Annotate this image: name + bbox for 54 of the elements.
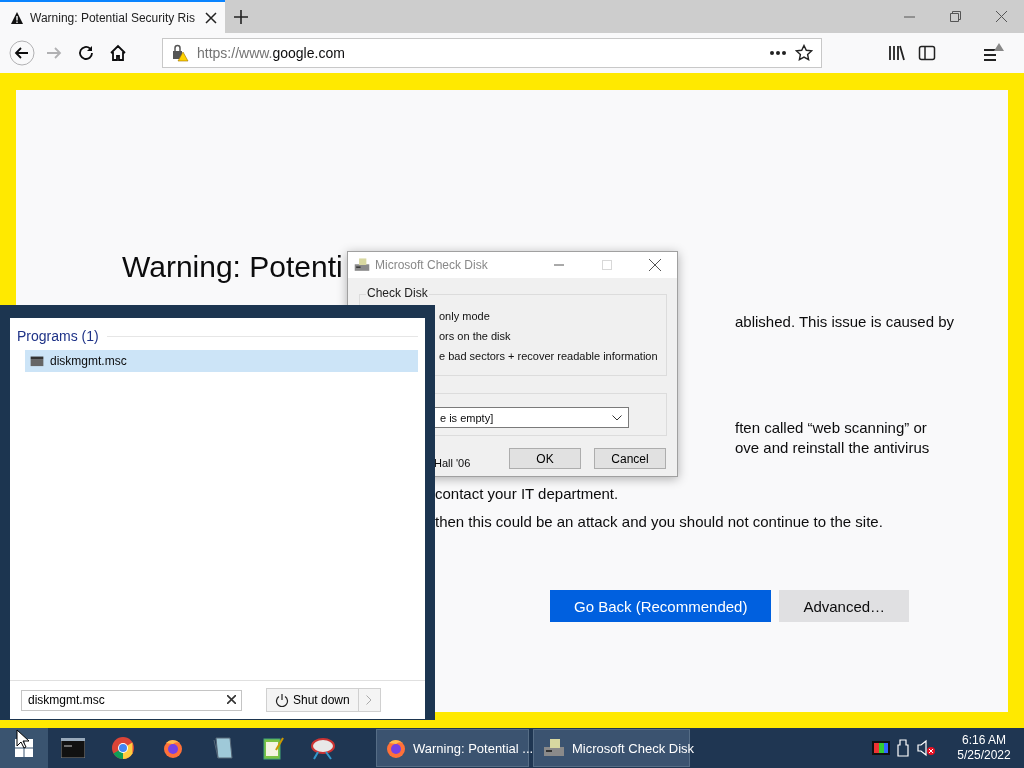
- satellite-dish-icon[interactable]: [310, 736, 336, 760]
- restore-icon[interactable]: [949, 11, 961, 22]
- terminal-icon[interactable]: [61, 738, 85, 758]
- notebook-icon[interactable]: [262, 736, 284, 760]
- option-label: only mode: [439, 310, 491, 322]
- page-heading: Warning: Potenti: [122, 249, 343, 285]
- speaker-muted-icon[interactable]: [916, 739, 936, 757]
- usb-drive-icon[interactable]: [896, 739, 910, 757]
- clear-button[interactable]: [227, 694, 236, 704]
- power-icon: [275, 693, 289, 707]
- chevron-right-icon: [366, 695, 373, 705]
- clock[interactable]: 6:16 AM 5/25/2022: [952, 733, 1016, 763]
- flame-browser-icon[interactable]: [162, 737, 184, 759]
- close-icon[interactable]: [649, 259, 661, 271]
- library-icon[interactable]: [888, 44, 906, 62]
- body-text: then this could be an attack and you should not continue to the site.: [435, 512, 883, 532]
- plus-icon[interactable]: [234, 9, 248, 24]
- display-colors-icon[interactable]: [872, 741, 890, 755]
- body-text: contact your IT department.: [435, 484, 619, 504]
- close-icon[interactable]: [205, 11, 217, 24]
- sidebar-icon[interactable]: [918, 44, 936, 62]
- body-text: ften called “web scanning” or: [735, 418, 927, 438]
- search-result[interactable]: diskmgmt.msc: [25, 350, 418, 372]
- dialog-title: Microsoft Check Disk: [375, 258, 489, 272]
- warning-icon: [10, 10, 24, 25]
- ok-button[interactable]: OK: [509, 448, 581, 469]
- round-browser-icon[interactable]: [111, 736, 135, 760]
- address-bar[interactable]: https://www.google.com: [162, 38, 822, 68]
- credit-text: Hall '06: [434, 457, 471, 469]
- reload-icon[interactable]: [77, 44, 95, 62]
- close-icon: [227, 694, 236, 704]
- option-label: ors on the disk: [439, 330, 512, 342]
- chevron-down-icon: [612, 414, 622, 421]
- go-back-button[interactable]: Go Back (Recommended): [550, 590, 772, 622]
- body-text: ablished. This issue is caused by: [735, 312, 954, 332]
- back-icon[interactable]: [9, 40, 35, 66]
- cancel-button[interactable]: Cancel: [594, 448, 666, 469]
- option-label: e bad sectors + recover readable information: [439, 350, 658, 362]
- insecure-lock-icon: [171, 44, 189, 62]
- group-title: Check Disk: [366, 286, 429, 300]
- section-title: Programs (1): [17, 328, 99, 344]
- menu-icon[interactable]: [982, 42, 1004, 64]
- more-icon[interactable]: [769, 50, 787, 56]
- browser-tab[interactable]: Warning: Potential Security Ris: [0, 0, 225, 33]
- bookmark-star-icon[interactable]: [795, 44, 813, 62]
- home-icon[interactable]: [109, 44, 127, 62]
- start-button[interactable]: [0, 728, 48, 768]
- search-field[interactable]: diskmgmt.msc: [21, 689, 242, 711]
- notepad-icon[interactable]: [212, 736, 234, 760]
- flame-browser-icon[interactable]: [385, 737, 407, 759]
- body-text: ove and reinstall the antivirus: [735, 438, 930, 458]
- advanced-button[interactable]: Advanced…: [779, 590, 910, 622]
- mouse-pointer-icon: [16, 729, 30, 749]
- shut-down-button[interactable]: Shut down: [267, 689, 358, 711]
